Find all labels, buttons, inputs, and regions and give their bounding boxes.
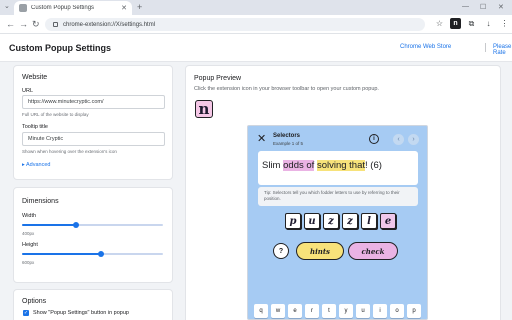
preview-description: Click the extension icon in your browser… <box>194 86 379 92</box>
show-settings-checkbox[interactable]: ✓ <box>23 310 29 316</box>
answer-tile[interactable]: l <box>361 213 377 229</box>
height-label: Height <box>22 242 38 248</box>
browser-tab[interactable]: Custom Popup Settings ✕ <box>14 1 132 15</box>
keyboard-key[interactable]: w <box>271 304 285 318</box>
clue-highlight-pink: odds of <box>283 160 315 171</box>
advanced-toggle[interactable]: ▸ Advanced <box>22 162 50 168</box>
height-slider-thumb[interactable] <box>97 251 104 257</box>
clue-highlight-yellow: solving that <box>316 160 365 171</box>
tab-favicon-icon <box>19 4 27 12</box>
answer-tile[interactable]: u <box>304 213 320 229</box>
back-icon[interactable]: ← <box>6 19 15 29</box>
tip-box: Tip: Selectors tell you which fodder let… <box>258 187 418 206</box>
popup-title: Selectors <box>273 133 301 139</box>
answer-tile[interactable]: p <box>285 213 301 229</box>
url-input[interactable]: https://www.minutecryptic.com/ <box>22 95 165 109</box>
checkmark-icon: ✓ <box>23 310 29 316</box>
options-card: Options ✓ Show "Popup Settings" button i… <box>13 289 173 320</box>
width-slider[interactable] <box>22 222 163 228</box>
tooltip-title-label: Tooltip title <box>22 124 48 130</box>
next-arrow-icon[interactable]: › <box>408 134 419 145</box>
website-card-title: Website <box>22 74 48 81</box>
keyboard-key[interactable]: r <box>305 304 319 318</box>
popup-preview: ✕ Selectors Example 1 of 5 i ‹ › Slim od… <box>247 125 428 320</box>
dimensions-card: Dimensions Width 400px Height 600px <box>13 187 173 283</box>
keyboard-key[interactable]: p <box>407 304 421 318</box>
address-text: chrome-extension://X/settings.html <box>63 21 156 28</box>
tooltip-hint: Shown when hovering over the extension's… <box>22 149 117 154</box>
hints-button[interactable]: hints <box>296 242 344 260</box>
help-button[interactable]: ? <box>273 243 289 259</box>
options-card-title: Options <box>22 298 47 305</box>
height-slider-fill <box>22 253 101 255</box>
popup-subtitle: Example 1 of 5 <box>273 141 304 146</box>
answer-tile-selected[interactable]: e <box>380 213 396 229</box>
height-value: 600px <box>22 260 35 265</box>
height-slider[interactable] <box>22 251 163 257</box>
url-hint: Full URL of the website to display <box>22 112 89 117</box>
prev-arrow-icon[interactable]: ‹ <box>393 134 404 145</box>
keyboard-key[interactable]: o <box>390 304 404 318</box>
preview-card-title: Popup Preview <box>194 75 242 82</box>
page-header: Custom Popup Settings Chrome Web Store P… <box>0 34 512 62</box>
please-rate-link[interactable]: Please Rate <box>493 44 512 56</box>
new-tab-icon[interactable]: + <box>137 2 142 12</box>
address-bar[interactable]: chrome-extension://X/settings.html <box>45 18 425 31</box>
check-button[interactable]: check <box>348 242 398 260</box>
tab-strip: ⌄ Custom Popup Settings ✕ + — ☐ ✕ <box>0 0 512 15</box>
extension-logo-icon: n <box>195 100 213 118</box>
keyboard-key[interactable]: t <box>322 304 336 318</box>
maximize-icon[interactable]: ☐ <box>480 3 486 11</box>
tab-search-icon[interactable]: ⌄ <box>4 2 10 10</box>
download-icon[interactable]: ↓ <box>483 18 494 29</box>
dimensions-card-title: Dimensions <box>22 198 59 205</box>
width-value: 400px <box>22 231 35 236</box>
website-card: Website URL https://www.minutecryptic.co… <box>13 65 173 180</box>
reload-icon[interactable]: ↻ <box>32 19 40 30</box>
info-icon[interactable]: i <box>369 134 379 144</box>
clue-text: Slim odds of solving that! (6) <box>258 151 418 185</box>
extensions-puzzle-icon[interactable]: ⧉ <box>466 18 477 29</box>
url-label: URL <box>22 88 34 94</box>
answer-tile[interactable]: z <box>323 213 339 229</box>
chrome-web-store-link[interactable]: Chrome Web Store <box>400 44 451 50</box>
width-label: Width <box>22 213 37 219</box>
extension-n-icon[interactable]: n <box>450 18 461 29</box>
tab-title: Custom Popup Settings <box>31 5 95 11</box>
header-divider <box>485 43 486 52</box>
keyboard-key[interactable]: y <box>339 304 353 318</box>
answer-tile[interactable]: z <box>342 213 358 229</box>
keyboard-key[interactable]: u <box>356 304 370 318</box>
keyboard-key[interactable]: q <box>254 304 268 318</box>
keyboard-key[interactable]: e <box>288 304 302 318</box>
show-settings-label: Show "Popup Settings" button in popup <box>33 310 129 316</box>
close-icon[interactable]: ✕ <box>257 132 266 145</box>
bookmark-star-icon[interactable]: ☆ <box>434 18 445 29</box>
clue-part: Slim <box>262 160 284 171</box>
clue-part: ! (6) <box>365 160 382 171</box>
width-slider-fill <box>22 224 76 226</box>
site-info-icon[interactable] <box>53 22 58 27</box>
browser-toolbar: ← → ↻ chrome-extension://X/settings.html… <box>0 15 512 34</box>
page-title: Custom Popup Settings <box>9 43 111 53</box>
advanced-label: Advanced <box>26 162 51 168</box>
menu-dots-icon[interactable]: ⋮ <box>499 18 510 29</box>
keyboard-key[interactable]: i <box>373 304 387 318</box>
tab-close-icon[interactable]: ✕ <box>121 4 127 12</box>
minimize-icon[interactable]: — <box>462 3 469 10</box>
width-slider-thumb[interactable] <box>72 222 79 228</box>
forward-icon[interactable]: → <box>19 19 28 29</box>
window-close-icon[interactable]: ✕ <box>498 3 504 11</box>
caret-right-icon: ▸ <box>22 162 25 168</box>
tooltip-title-input[interactable]: Minute Cryptic <box>22 132 165 146</box>
